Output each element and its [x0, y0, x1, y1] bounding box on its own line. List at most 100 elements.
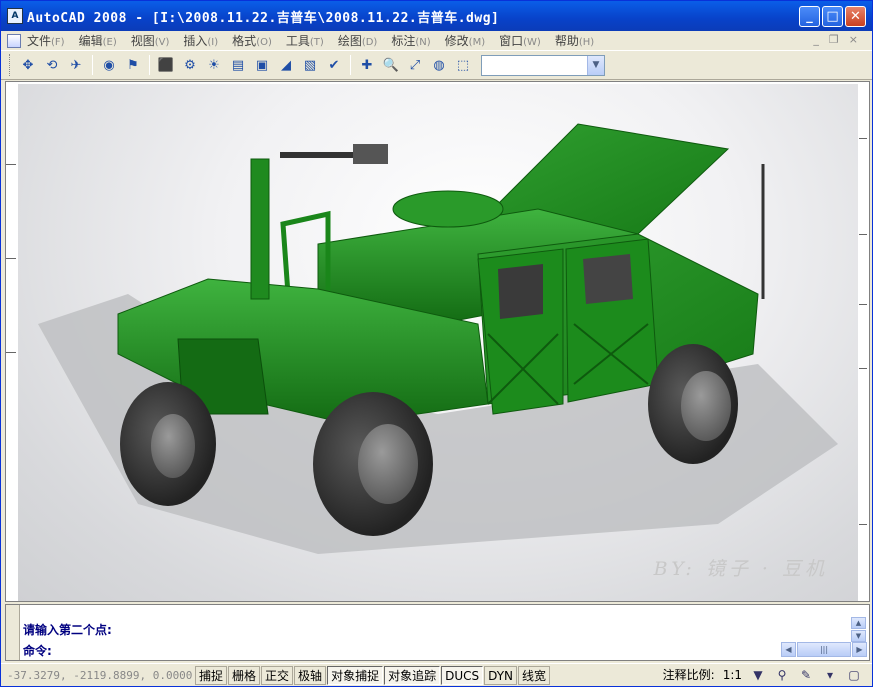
snorkel	[250, 158, 270, 300]
status-toggle-3[interactable]: 极轴	[294, 666, 327, 685]
status-menu-icon[interactable]: ▾	[822, 667, 838, 683]
command-window-grip[interactable]	[6, 605, 20, 660]
command-prompt[interactable]: 命令:	[23, 642, 52, 659]
free-orbit-icon[interactable]: ✈	[65, 54, 87, 76]
menu-item-9[interactable]: 窗口(W)	[499, 32, 541, 49]
scroll-right-button[interactable]: ▶	[852, 642, 867, 657]
menu-item-accelerator: (D)	[361, 37, 378, 48]
scroll-down-button[interactable]: ▼	[851, 630, 866, 642]
doc-close-button[interactable]: ×	[849, 33, 858, 46]
status-toggle-6[interactable]: DUCS	[441, 666, 484, 685]
status-toggle-8[interactable]: 线宽	[518, 666, 551, 685]
menu-item-label: 绘图	[337, 34, 362, 48]
annotation-scale-dropdown-icon[interactable]: ▼	[750, 667, 766, 683]
annotation-visibility-icon[interactable]: ⚲	[774, 667, 790, 683]
menu-bar: 文件(F) 编辑(E) 视图(V) 插入(I) 格式(O) 工具(T) 绘图(D) 标注(N)…	[1, 31, 872, 50]
toolbar-separator	[92, 55, 93, 75]
render-icon[interactable]: ⚙	[179, 54, 201, 76]
clean-screen-icon[interactable]: ▢	[846, 667, 862, 683]
view-combo[interactable]: ▼	[481, 54, 605, 76]
walk-icon[interactable]: ⚑	[122, 54, 144, 76]
menu-item-label: 视图	[130, 34, 155, 48]
title-bar[interactable]: A AutoCAD 2008 - [I:\2008.11.22.吉普车\2008…	[1, 1, 872, 31]
auto-scale-icon[interactable]: ✎	[798, 667, 814, 683]
status-toggle-7[interactable]: DYN	[484, 666, 518, 685]
status-toggle-0[interactable]: 捕捉	[195, 666, 228, 685]
zoom-realtime-icon[interactable]: ✚	[356, 54, 378, 76]
material-icon[interactable]: ▤	[227, 54, 249, 76]
scroll-left-button[interactable]: ◀	[781, 642, 796, 657]
menu-item-label: 帮助	[554, 34, 579, 48]
close-button[interactable]: ✕	[845, 6, 866, 27]
doc-restore-button[interactable]: ❐	[829, 33, 839, 46]
zoom-extents-icon[interactable]: ⬚	[452, 54, 474, 76]
menu-item-accelerator: (V)	[154, 37, 170, 48]
scroll-up-button[interactable]: ▲	[851, 617, 866, 629]
menu-item-accelerator: (F)	[51, 37, 65, 48]
pan-icon[interactable]: ✥	[17, 54, 39, 76]
document-controls: _ ❐ ×	[813, 33, 858, 46]
menu-item-label: 标注	[391, 34, 416, 48]
menu-item-accelerator: (N)	[415, 37, 431, 48]
status-bar: -37.3279, -2119.8899, 0.0000 捕捉 栅格 正交 极轴 对象捕…	[1, 663, 872, 687]
annotation-scale-label: 注释比例:	[662, 668, 715, 682]
menu-item-10[interactable]: 帮助(H)	[555, 32, 594, 49]
status-toggle-1[interactable]: 栅格	[228, 666, 261, 685]
rear-door-window	[583, 254, 633, 304]
maximize-button[interactable]: □	[822, 6, 843, 27]
menu-item-5[interactable]: 工具(T)	[286, 32, 324, 49]
named-view-icon[interactable]: ◍	[428, 54, 450, 76]
command-hscrollbar[interactable]: ◀ ||| ▶	[781, 642, 867, 657]
humvee-render	[38, 123, 838, 554]
status-toggle-5[interactable]: 对象追踪	[384, 666, 441, 685]
menu-item-accelerator: (I)	[207, 37, 219, 48]
menu-item-accelerator: (E)	[102, 37, 117, 48]
zoom-previous-icon[interactable]: ⤢	[404, 54, 426, 76]
box-icon[interactable]: ⬛	[155, 54, 177, 76]
menu-item-0[interactable]: 文件(F)	[27, 32, 65, 49]
minimize-button[interactable]: _	[799, 6, 820, 27]
menu-item-8[interactable]: 修改(M)	[445, 32, 485, 49]
chevron-down-icon[interactable]: ▼	[587, 55, 604, 75]
menu-item-7[interactable]: 标注(N)	[391, 32, 430, 49]
menu-item-1[interactable]: 编辑(E)	[79, 32, 117, 49]
menu-item-accelerator: (O)	[256, 37, 272, 48]
menu-item-label: 修改	[444, 34, 469, 48]
menu-item-label: 格式	[232, 34, 257, 48]
command-scrollbar[interactable]: ▲ ▼	[851, 617, 867, 643]
render-setup-icon[interactable]: ▧	[299, 54, 321, 76]
menu-item-label: 编辑	[78, 34, 103, 48]
menu-item-2[interactable]: 视图(V)	[131, 32, 170, 49]
scroll-thumb[interactable]: |||	[797, 642, 851, 657]
toolbar-grip[interactable]	[9, 54, 12, 76]
autocad-app-icon[interactable]: A	[7, 8, 23, 24]
command-window[interactable]: 请输入第二个点: 命令: ▲ ▼ ◀ ||| ▶	[5, 604, 870, 661]
command-history-line: 请输入第二个点:	[23, 623, 112, 637]
camera-icon[interactable]: ◉	[98, 54, 120, 76]
turret-ring	[392, 190, 504, 228]
document-icon[interactable]	[7, 33, 21, 48]
menu-item-label: 工具	[285, 34, 310, 48]
orbit-icon[interactable]: ⟲	[41, 54, 63, 76]
render-window-icon[interactable]: ▣	[251, 54, 273, 76]
menu-item-label: 插入	[183, 34, 208, 48]
check-icon[interactable]: ✔	[323, 54, 345, 76]
coordinate-display[interactable]: -37.3279, -2119.8899, 0.0000	[7, 669, 195, 682]
toolbar: ✥ ⟲ ✈ ◉ ⚑ ⬛ ⚙ ☀ ▤ ▣ ◢ ▧ ✔ ✚ 🔍 ⤢ ◍ ⬚ ▼	[1, 50, 872, 80]
menu-item-label: 文件	[27, 34, 52, 48]
doc-minimize-button[interactable]: _	[813, 33, 819, 46]
status-toggle-4[interactable]: 对象捕捉	[327, 666, 384, 685]
menu-item-4[interactable]: 格式(O)	[232, 32, 272, 49]
status-toggle-2[interactable]: 正交	[261, 666, 294, 685]
menu-item-accelerator: (M)	[468, 37, 486, 48]
light-icon[interactable]: ☀	[203, 54, 225, 76]
toolbar-separator	[149, 55, 150, 75]
environment-icon[interactable]: ◢	[275, 54, 297, 76]
menu-item-accelerator: (T)	[309, 37, 324, 48]
annotation-scale-value[interactable]: 1:1	[723, 668, 742, 682]
zoom-window-icon[interactable]: 🔍	[380, 54, 402, 76]
menu-item-6[interactable]: 绘图(D)	[338, 32, 378, 49]
model-space[interactable]: BY: 镜子 · 豆机	[18, 84, 858, 601]
drawing-viewport[interactable]: BY: 镜子 · 豆机	[5, 81, 870, 602]
menu-item-3[interactable]: 插入(I)	[183, 32, 218, 49]
